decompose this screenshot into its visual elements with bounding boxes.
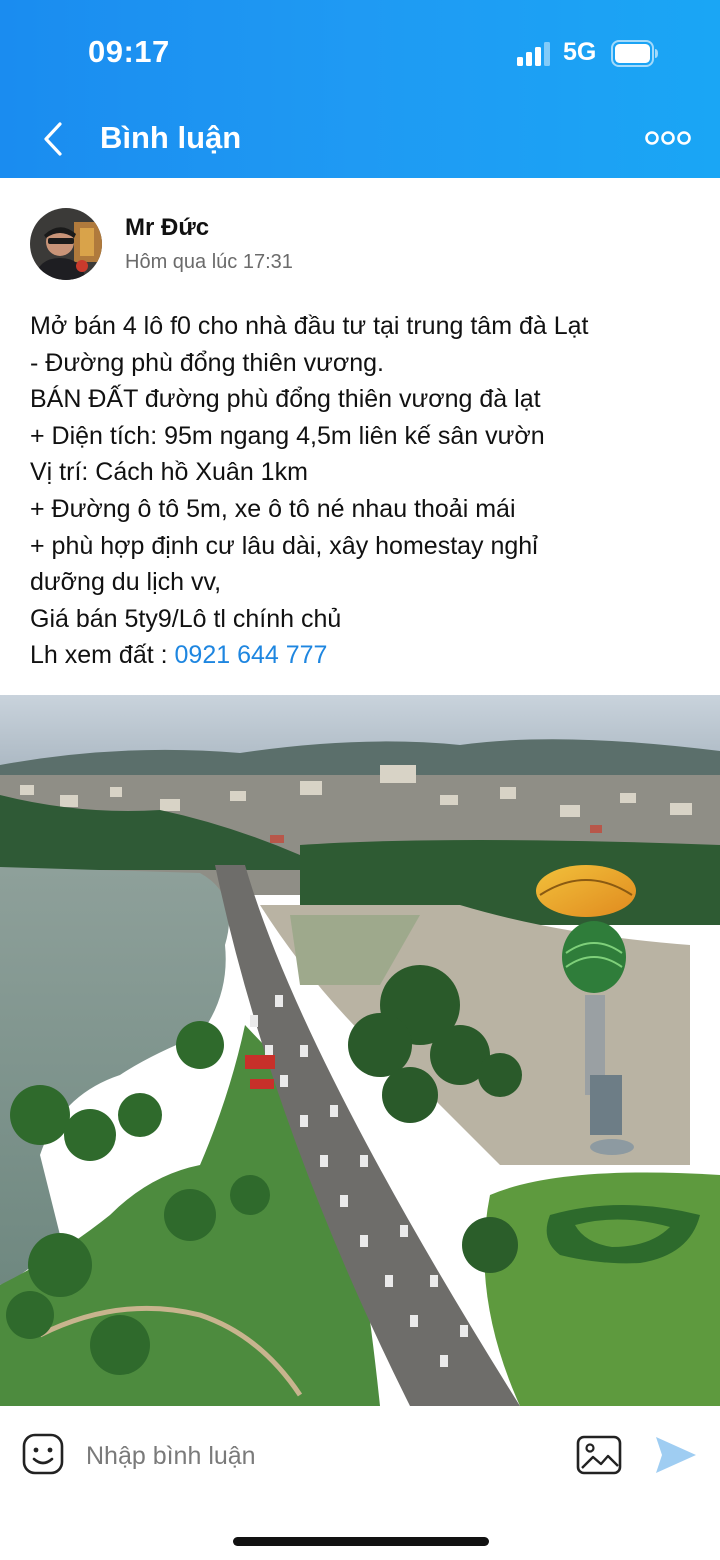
post-line: BÁN ĐẤT đường phù đổng thiên vương đà lạ… bbox=[30, 385, 541, 414]
post-timestamp: Hôm qua lúc 17:31 bbox=[125, 251, 293, 273]
send-icon[interactable] bbox=[652, 1434, 698, 1476]
page-title: Bình luận bbox=[100, 120, 242, 155]
author-name[interactable]: Mr Đức bbox=[125, 214, 209, 242]
comment-input[interactable] bbox=[86, 1433, 546, 1479]
contact-line: Lh xem đất : 0921 644 777 bbox=[30, 637, 702, 674]
post-line: Vị trí: Cách hồ Xuân 1km bbox=[30, 458, 308, 487]
contact-prefix: Lh xem đất : bbox=[30, 641, 175, 670]
post-line: - Đường phù đổng thiên vương. bbox=[30, 348, 384, 377]
post-content: Mở bán 4 lô f0 cho nhà đầu tư tại trung … bbox=[30, 308, 702, 674]
post-line: + Đường ô tô 5m, xe ô tô né nhau thoải m… bbox=[30, 494, 516, 523]
app-header: 09:17 5G Bình luận bbox=[0, 0, 720, 178]
post-line: dưỡng du lịch vv, bbox=[30, 568, 222, 597]
post-line: Giá bán 5ty9/Lô tl chính chủ bbox=[30, 604, 342, 633]
phone-link[interactable]: 0921 644 777 bbox=[175, 641, 328, 669]
battery-icon bbox=[611, 40, 658, 67]
home-indicator[interactable] bbox=[233, 1537, 489, 1546]
back-chevron-icon[interactable] bbox=[34, 116, 74, 162]
emoji-icon[interactable] bbox=[21, 1432, 65, 1476]
post-line: + Diện tích: 95m ngang 4,5m liên kế sân … bbox=[30, 421, 545, 450]
avatar[interactable] bbox=[30, 208, 102, 280]
status-time: 09:17 bbox=[88, 34, 170, 69]
network-type: 5G bbox=[563, 38, 597, 66]
post-photo[interactable] bbox=[0, 695, 720, 1406]
post-line: + phù hợp định cư lâu dài, xây homestay … bbox=[30, 531, 538, 560]
photo-icon[interactable] bbox=[576, 1434, 622, 1476]
more-dots-icon[interactable] bbox=[640, 122, 696, 154]
post-line: Mở bán 4 lô f0 cho nhà đầu tư tại trung … bbox=[30, 312, 589, 340]
comment-bar bbox=[0, 1407, 720, 1505]
signal-icon bbox=[517, 42, 550, 66]
